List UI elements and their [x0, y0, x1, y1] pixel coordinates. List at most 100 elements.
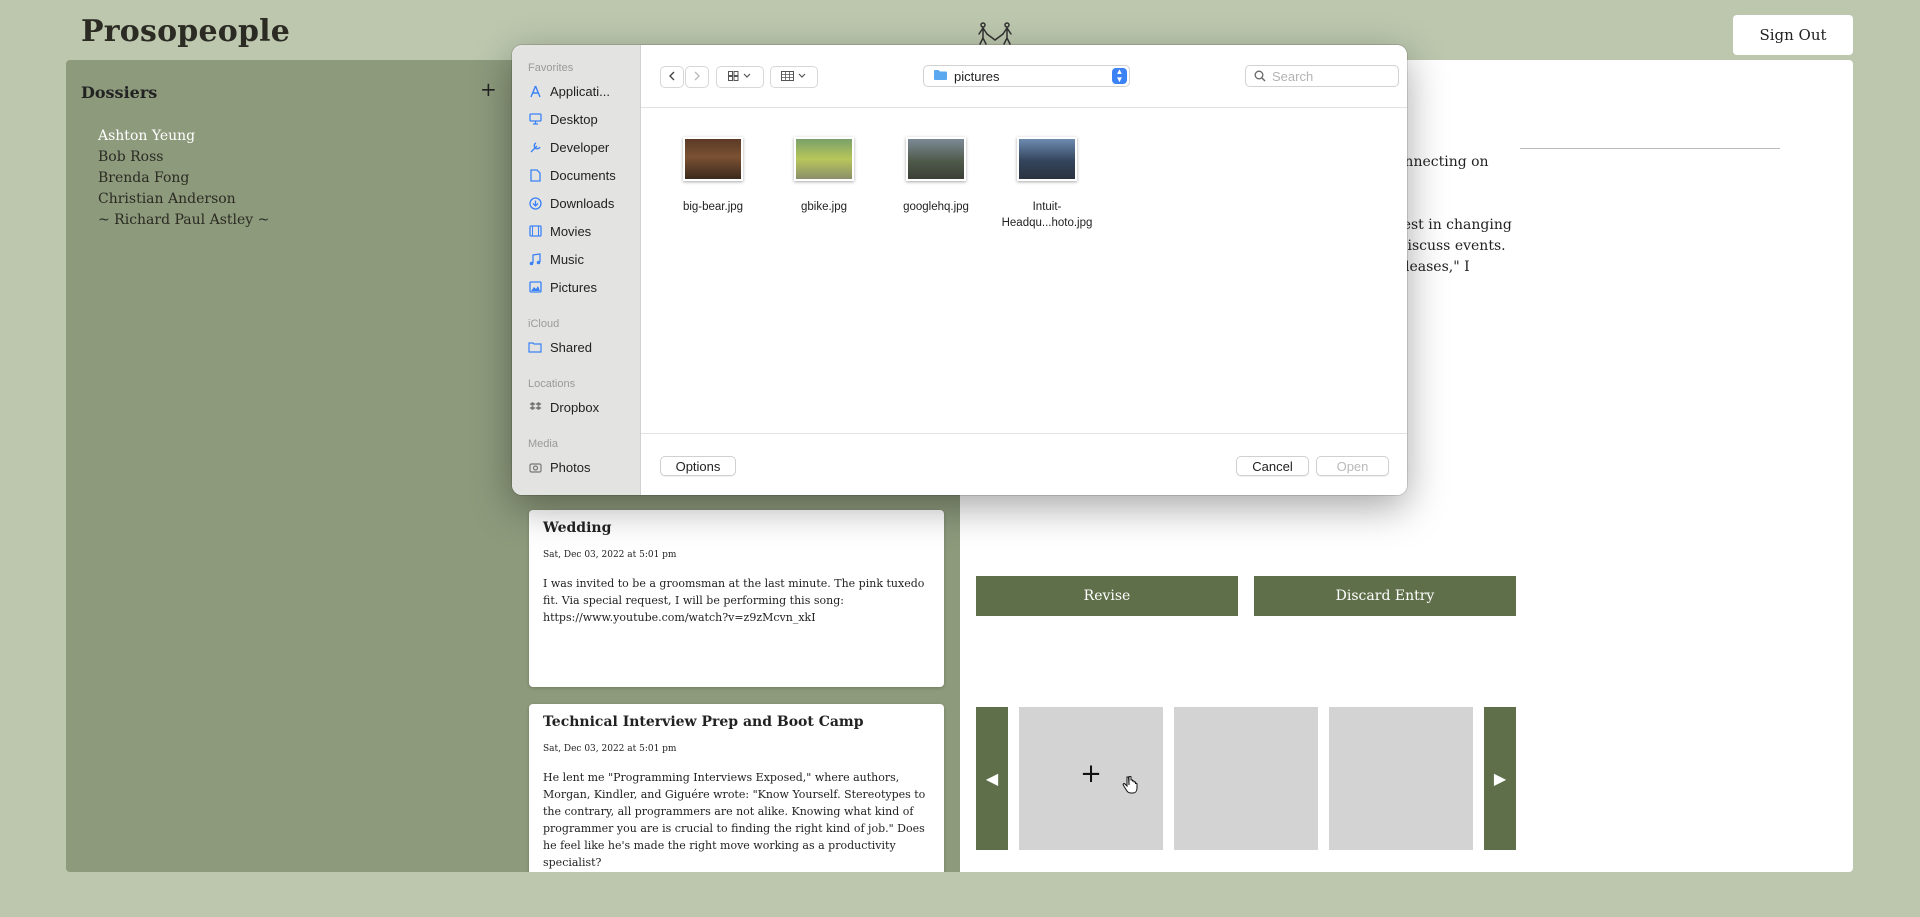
file-item[interactable]: googlehq.jpg — [880, 137, 992, 215]
entry-date: Sat, Dec 03, 2022 at 5:01 pm — [543, 550, 677, 560]
group-grid-icon — [781, 70, 807, 84]
sidebar-item-desktop[interactable]: Desktop — [528, 109, 636, 129]
dossier-item[interactable]: Christian Anderson — [98, 189, 269, 210]
detail-text: liscuss events. — [1403, 238, 1506, 254]
sidebar-title: Dossiers — [81, 83, 158, 102]
search-input[interactable] — [1270, 67, 1392, 85]
movies-icon — [528, 224, 542, 238]
file-thumbnail — [683, 137, 743, 181]
file-item[interactable]: gbike.jpg — [768, 137, 880, 215]
detail-text: onnecting on — [1396, 154, 1489, 170]
developer-icon — [528, 140, 542, 154]
desktop-icon — [528, 112, 542, 126]
chevron-up-down-icon: ▲ ▼ — [1112, 68, 1127, 84]
sidebar-item-movies[interactable]: Movies — [528, 221, 636, 241]
discard-entry-button[interactable]: Discard Entry — [1254, 576, 1516, 616]
file-name: big-bear.jpg — [682, 201, 744, 213]
carousel-next-button[interactable]: ▶ — [1484, 707, 1516, 850]
dropbox-icon — [528, 400, 542, 414]
dialog-toolbar: pictures ▲ ▼ — [641, 45, 1407, 108]
forward-button[interactable] — [685, 66, 709, 88]
downloads-icon — [528, 196, 542, 210]
hand-cursor-icon — [1122, 776, 1138, 794]
entry-card[interactable]: Technical Interview Prep and Boot Camp S… — [529, 704, 944, 872]
sidebar-item-developer[interactable]: Developer — [528, 137, 636, 157]
entry-date: Sat, Dec 03, 2022 at 5:01 pm — [543, 744, 677, 754]
options-button[interactable]: Options — [660, 456, 736, 476]
file-name: gbike.jpg — [800, 201, 848, 213]
sidebar-item-label: Photos — [550, 459, 591, 475]
favorites-heading: Favorites — [528, 62, 574, 74]
back-button[interactable] — [660, 66, 684, 88]
sidebar-item-shared[interactable]: Shared — [528, 337, 636, 357]
file-name-line: Intuit- — [1032, 201, 1062, 213]
photo-slot[interactable] — [1329, 707, 1473, 850]
sidebar-item-music[interactable]: Music — [528, 249, 636, 269]
icon-view-icon — [728, 70, 752, 84]
carousel-prev-button[interactable]: ◀ — [976, 707, 1008, 850]
current-folder-label: pictures — [954, 68, 1000, 84]
open-button[interactable]: Open — [1316, 456, 1389, 476]
sidebar-item-label: Movies — [550, 223, 592, 239]
add-dossier-button[interactable]: + — [480, 79, 497, 99]
sidebar-item-applications[interactable]: Applicati... — [528, 81, 636, 101]
file-item[interactable]: big-bear.jpg — [657, 137, 769, 215]
sidebar-item-label: Music — [550, 251, 584, 267]
sign-out-button[interactable]: Sign Out — [1733, 15, 1853, 55]
dialog-footer: Options Cancel Open — [641, 433, 1407, 495]
dialog-sidebar: Favorites Applicati... Desktop Developer… — [512, 45, 641, 495]
file-name: googlehq.jpg — [903, 201, 969, 213]
photos-icon — [528, 460, 542, 474]
detail-text: rest in changing — [1396, 217, 1512, 233]
icloud-heading: iCloud — [528, 318, 560, 330]
folder-path-select[interactable]: pictures ▲ ▼ — [923, 65, 1130, 87]
file-thumbnail — [794, 137, 854, 181]
sidebar-item-dropbox[interactable]: Dropbox — [528, 397, 636, 417]
entry-card[interactable]: Wedding Sat, Dec 03, 2022 at 5:01 pm I w… — [529, 510, 944, 687]
cancel-button[interactable]: Cancel — [1236, 456, 1309, 476]
sidebar-item-label: Dropbox — [550, 399, 600, 415]
search-icon — [1254, 70, 1266, 82]
sidebar-item-documents[interactable]: Documents — [528, 165, 636, 185]
shared-folder-icon — [528, 340, 542, 354]
entry-body: He lent me "Programming Interviews Expos… — [543, 771, 926, 869]
entry-body: I was invited to be a groomsman at the l… — [543, 577, 925, 624]
dossier-list: Ashton Yeung Bob Ross Brenda Fong Christ… — [98, 126, 269, 231]
entry-title: Wedding — [543, 520, 612, 536]
sidebar-item-label: Developer — [550, 139, 610, 155]
photo-slot[interactable] — [1174, 707, 1318, 850]
dossier-item[interactable]: Ashton Yeung — [98, 126, 269, 147]
sidebar-item-downloads[interactable]: Downloads — [528, 193, 636, 213]
pictures-icon — [528, 280, 542, 294]
group-by-button[interactable] — [770, 66, 818, 88]
sidebar-item-label: Shared — [550, 339, 592, 355]
sidebar-item-photos[interactable]: Photos — [528, 457, 636, 477]
detail-divider — [1520, 148, 1780, 149]
search-field[interactable] — [1245, 65, 1399, 87]
dossier-item[interactable]: Bob Ross — [98, 147, 269, 168]
sidebar-item-pictures[interactable]: Pictures — [528, 277, 636, 297]
add-photo-slot[interactable]: + — [1019, 707, 1163, 850]
add-photo-icon: + — [1080, 759, 1102, 789]
chevron-right-icon — [693, 70, 701, 84]
documents-icon — [528, 168, 542, 182]
file-open-dialog: Favorites Applicati... Desktop Developer… — [512, 45, 1407, 495]
view-mode-button[interactable] — [716, 66, 764, 88]
sidebar-item-label: Downloads — [550, 195, 615, 211]
folder-icon — [933, 69, 948, 84]
sidebar-item-label: Desktop — [550, 111, 598, 127]
sidebar-item-label: Applicati... — [550, 83, 610, 99]
locations-heading: Locations — [528, 378, 576, 390]
sidebar-item-label: Pictures — [550, 279, 597, 295]
detail-text: leases," I — [1405, 259, 1470, 275]
file-name: Intuit- Headqu...hoto.jpg — [991, 199, 1103, 231]
file-thumbnail — [906, 137, 966, 181]
chevron-left-icon — [668, 70, 676, 84]
dossier-item[interactable]: Brenda Fong — [98, 168, 269, 189]
applications-icon — [528, 84, 542, 98]
app-title: Prosopeople — [81, 14, 291, 49]
file-name-line: Headqu...hoto.jpg — [1001, 217, 1093, 229]
revise-button[interactable]: Revise — [976, 576, 1238, 616]
dossier-item[interactable]: ~ Richard Paul Astley ~ — [98, 210, 269, 231]
file-item[interactable]: Intuit- Headqu...hoto.jpg — [991, 137, 1103, 231]
